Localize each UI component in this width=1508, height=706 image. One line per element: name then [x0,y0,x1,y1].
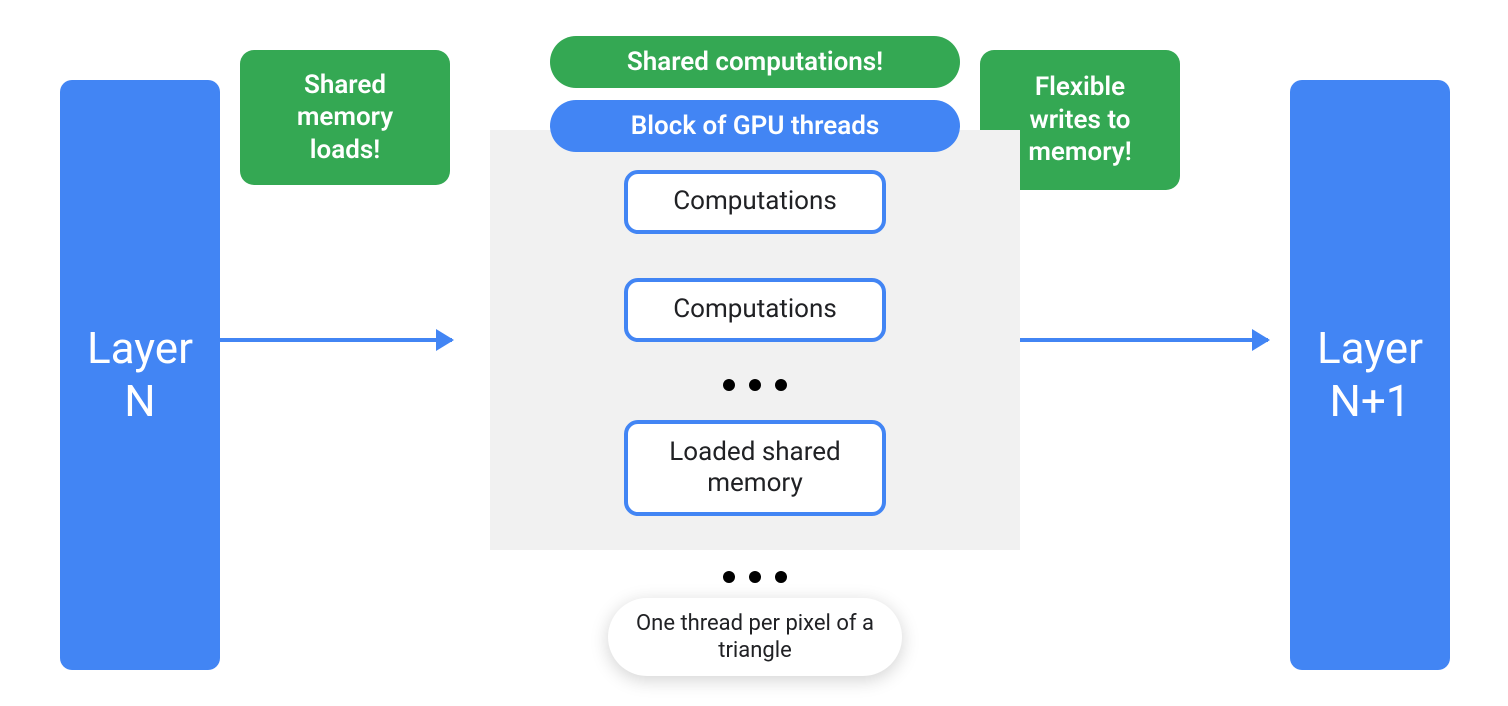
layer-n-label: LayerN [87,322,193,428]
computation-box-1-text: Computations [673,186,837,217]
computation-box-1: Computations [624,170,886,234]
layer-n-plus-1-box: LayerN+1 [1290,80,1450,670]
ellipsis-outer [700,562,810,592]
thread-caption-text: One thread per pixel of a triangle [626,610,884,665]
dot-icon [723,571,735,583]
dot-icon [749,379,761,391]
dot-icon [723,379,735,391]
shared-memory-box-text: Loaded shared memory [646,437,864,499]
gpu-block-header-text: Block of GPU threads [631,111,879,141]
layer-n-box: LayerN [60,80,220,670]
callout-loads-text: Shared memory loads! [262,69,428,167]
dot-icon [749,571,761,583]
layer-n-plus-1-label: LayerN+1 [1317,322,1423,428]
callout-shared-comp-text: Shared computations! [627,46,883,79]
callout-shared-memory-loads: Shared memory loads! [240,50,450,185]
gpu-block-header: Block of GPU threads [550,100,960,152]
computation-box-2: Computations [624,278,886,342]
callout-shared-computations: Shared computations! [550,36,960,88]
thread-caption: One thread per pixel of a triangle [608,598,902,676]
arrow-block-to-layer-n-plus-1 [1020,338,1268,342]
arrow-layer-n-to-block [220,338,452,342]
dot-icon [775,571,787,583]
ellipsis-inner [700,370,810,400]
callout-writes-text: Flexible writes to memory! [1002,71,1158,169]
computation-box-2-text: Computations [673,294,837,325]
dot-icon [775,379,787,391]
shared-memory-box: Loaded shared memory [624,420,886,516]
